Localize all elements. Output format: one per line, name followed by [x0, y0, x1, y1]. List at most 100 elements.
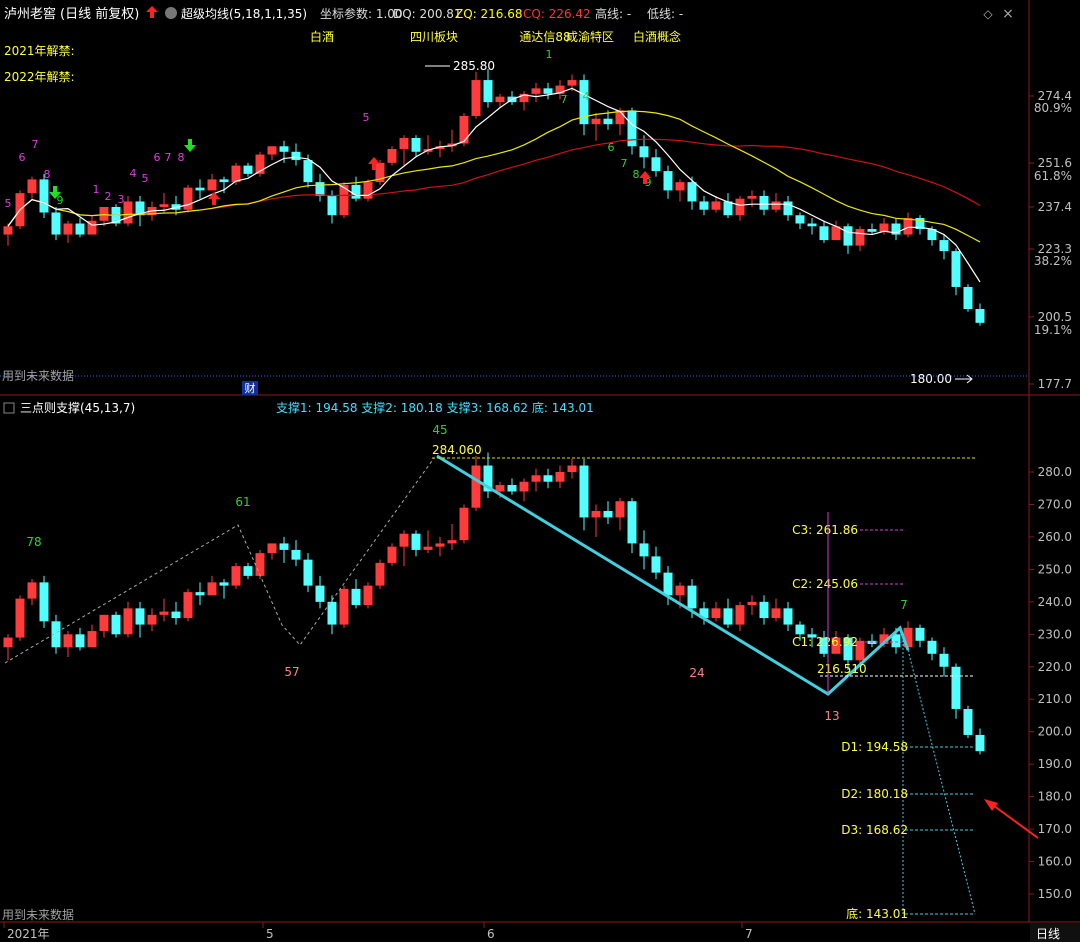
y-tick-label: 190.0 [1038, 757, 1072, 771]
y-tick-label: 200.5 [1038, 310, 1072, 324]
candle-body [855, 229, 865, 246]
wave-count-label: 61 [235, 495, 250, 509]
candle-body [603, 118, 613, 125]
candle-body [591, 510, 601, 518]
td-count-red: 2 [105, 190, 112, 203]
candle-body [963, 708, 973, 735]
candle-body [939, 653, 949, 667]
bottom-future-data-label: 用到未来数据 [2, 907, 74, 922]
concept-tag: 四川板块 [410, 30, 458, 44]
candle-body [15, 598, 25, 638]
candle-body [243, 165, 253, 174]
candle-body [723, 201, 733, 216]
x-tick-label: 7 [745, 927, 753, 941]
candle-body [123, 201, 133, 224]
candle-body [135, 608, 145, 625]
wave-count-label: 24 [689, 666, 704, 680]
candle-body [195, 187, 205, 191]
td-count-red: 8 [44, 168, 51, 181]
indicator-name[interactable]: 超级均线(5,18,1,1,35) [181, 6, 307, 21]
candle-body [483, 80, 493, 103]
candle-body [555, 472, 565, 482]
candle-body [63, 223, 73, 235]
close-icon[interactable]: × [1002, 6, 1014, 22]
candle-body [27, 582, 37, 599]
candle-body [951, 251, 961, 287]
indicator-param: 坐标参数: 1.00 [320, 6, 403, 21]
pct-tick-label: 38.2% [1034, 254, 1072, 268]
candle-body [663, 572, 673, 596]
candle-body [723, 608, 733, 625]
candle-body [111, 614, 121, 635]
y-tick-label: 170.0 [1038, 822, 1072, 836]
candle-body [279, 146, 289, 152]
candle-body [435, 543, 445, 547]
indicator-gear-icon[interactable] [165, 7, 177, 19]
candle-body [951, 666, 961, 709]
wave-count-label: 7 [900, 598, 908, 612]
td-count-red: 8 [178, 151, 185, 164]
candle-body [627, 501, 637, 544]
x-tick-label: 6 [487, 927, 495, 941]
candle-body [927, 640, 937, 654]
td-count-red: 5 [5, 197, 12, 210]
x-tick-label: 2021年 [7, 927, 50, 941]
candle-body [675, 585, 685, 596]
candle-body [183, 187, 193, 210]
y-tick-label: 237.4 [1038, 200, 1072, 214]
indicator-param: 高线: - [595, 6, 631, 21]
candle-body [783, 201, 793, 216]
td-count-red: 5 [142, 172, 149, 185]
candle-body [219, 582, 229, 586]
pct-tick-label: 19.1% [1034, 323, 1072, 337]
candle-body [495, 96, 505, 103]
kline-chart[interactable]: 泸州老窖 (日线 前复权) 超级均线(5,18,1,1,35) 坐标参数: 1.00D… [0, 0, 1080, 942]
candle-body [291, 549, 301, 560]
candle-body [711, 608, 721, 619]
candle-body [531, 88, 541, 94]
candle-body [363, 585, 373, 606]
wave-count-label: 78 [26, 535, 41, 549]
candle-body [75, 634, 85, 648]
candle-body [975, 309, 985, 323]
candle-body [915, 627, 925, 641]
candle-body [543, 475, 553, 482]
bottom-indicator-name[interactable]: 三点则支撑(45,13,7) [20, 400, 135, 415]
td-count-red: 6 [19, 151, 26, 164]
td-count-green: 4 [583, 90, 590, 103]
c-level-label: C3: 261.86 [792, 523, 858, 537]
y-tick-label: 150.0 [1038, 887, 1072, 901]
candle-body [747, 601, 757, 606]
candle-body [51, 212, 61, 235]
stock-name[interactable]: 泸州老窖 [4, 6, 56, 22]
candle-body [327, 195, 337, 216]
td-count-green: 1 [546, 48, 553, 61]
wave-count-label: 45 [432, 423, 447, 437]
candle-body [255, 553, 265, 576]
y-tick-label: 260.0 [1038, 530, 1072, 544]
candle-body [315, 585, 325, 602]
candle-body [279, 543, 289, 550]
candle-body [411, 138, 421, 152]
unlock-2021-label: 2021年解禁: [4, 44, 75, 58]
candle-body [687, 182, 697, 202]
diamond-icon[interactable]: ◇ [983, 7, 993, 21]
td-count-red: 6 [154, 151, 161, 164]
period-button-label[interactable]: 日线 [1036, 927, 1060, 941]
candle-body [699, 201, 709, 210]
candle-body [975, 734, 985, 752]
candle-body [771, 608, 781, 619]
y-tick-label: 200.0 [1038, 725, 1072, 739]
candle-body [411, 533, 421, 550]
candle-body [567, 80, 577, 86]
candle-body [219, 179, 229, 183]
candle-body [651, 157, 661, 172]
candle-body [423, 546, 433, 550]
candle-body [267, 543, 277, 554]
y-tick-label: 250.0 [1038, 562, 1072, 576]
y-tick-label: 270.0 [1038, 497, 1072, 511]
td-count-red: 7 [165, 151, 172, 164]
d-level-label: D1: 194.58 [841, 740, 908, 754]
y-tick-label: 210.0 [1038, 692, 1072, 706]
candle-body [267, 146, 277, 155]
